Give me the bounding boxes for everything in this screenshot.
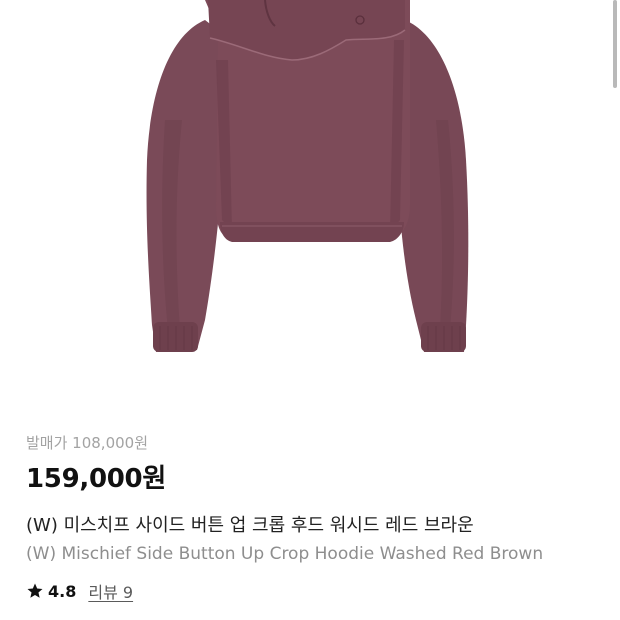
review-count-link[interactable]: 리뷰 9	[88, 579, 133, 603]
product-image[interactable]	[0, 0, 620, 420]
rating-row[interactable]: 4.8 리뷰 9	[26, 579, 616, 603]
left-sleeve	[146, 20, 222, 352]
scrollbar[interactable]	[613, 0, 617, 88]
product-info: 발매가 108,000원 159,000원 (W) 미스치프 사이드 버튼 업 …	[26, 432, 616, 603]
product-title-korean[interactable]: (W) 미스치프 사이드 버튼 업 크롭 후드 워시드 레드 브라운	[26, 514, 616, 538]
product-title-english[interactable]: (W) Mischief Side Button Up Crop Hoodie …	[26, 541, 614, 567]
hoodie-hem	[220, 222, 404, 242]
star-icon	[27, 583, 43, 598]
release-price: 발매가 108,000원	[26, 434, 148, 452]
price: 159,000원	[26, 464, 166, 494]
rating-value: 4.8	[48, 581, 77, 601]
product-detail-page: 발매가 108,000원 159,000원 (W) 미스치프 사이드 버튼 업 …	[0, 0, 620, 620]
hoodie-illustration	[146, 0, 469, 352]
